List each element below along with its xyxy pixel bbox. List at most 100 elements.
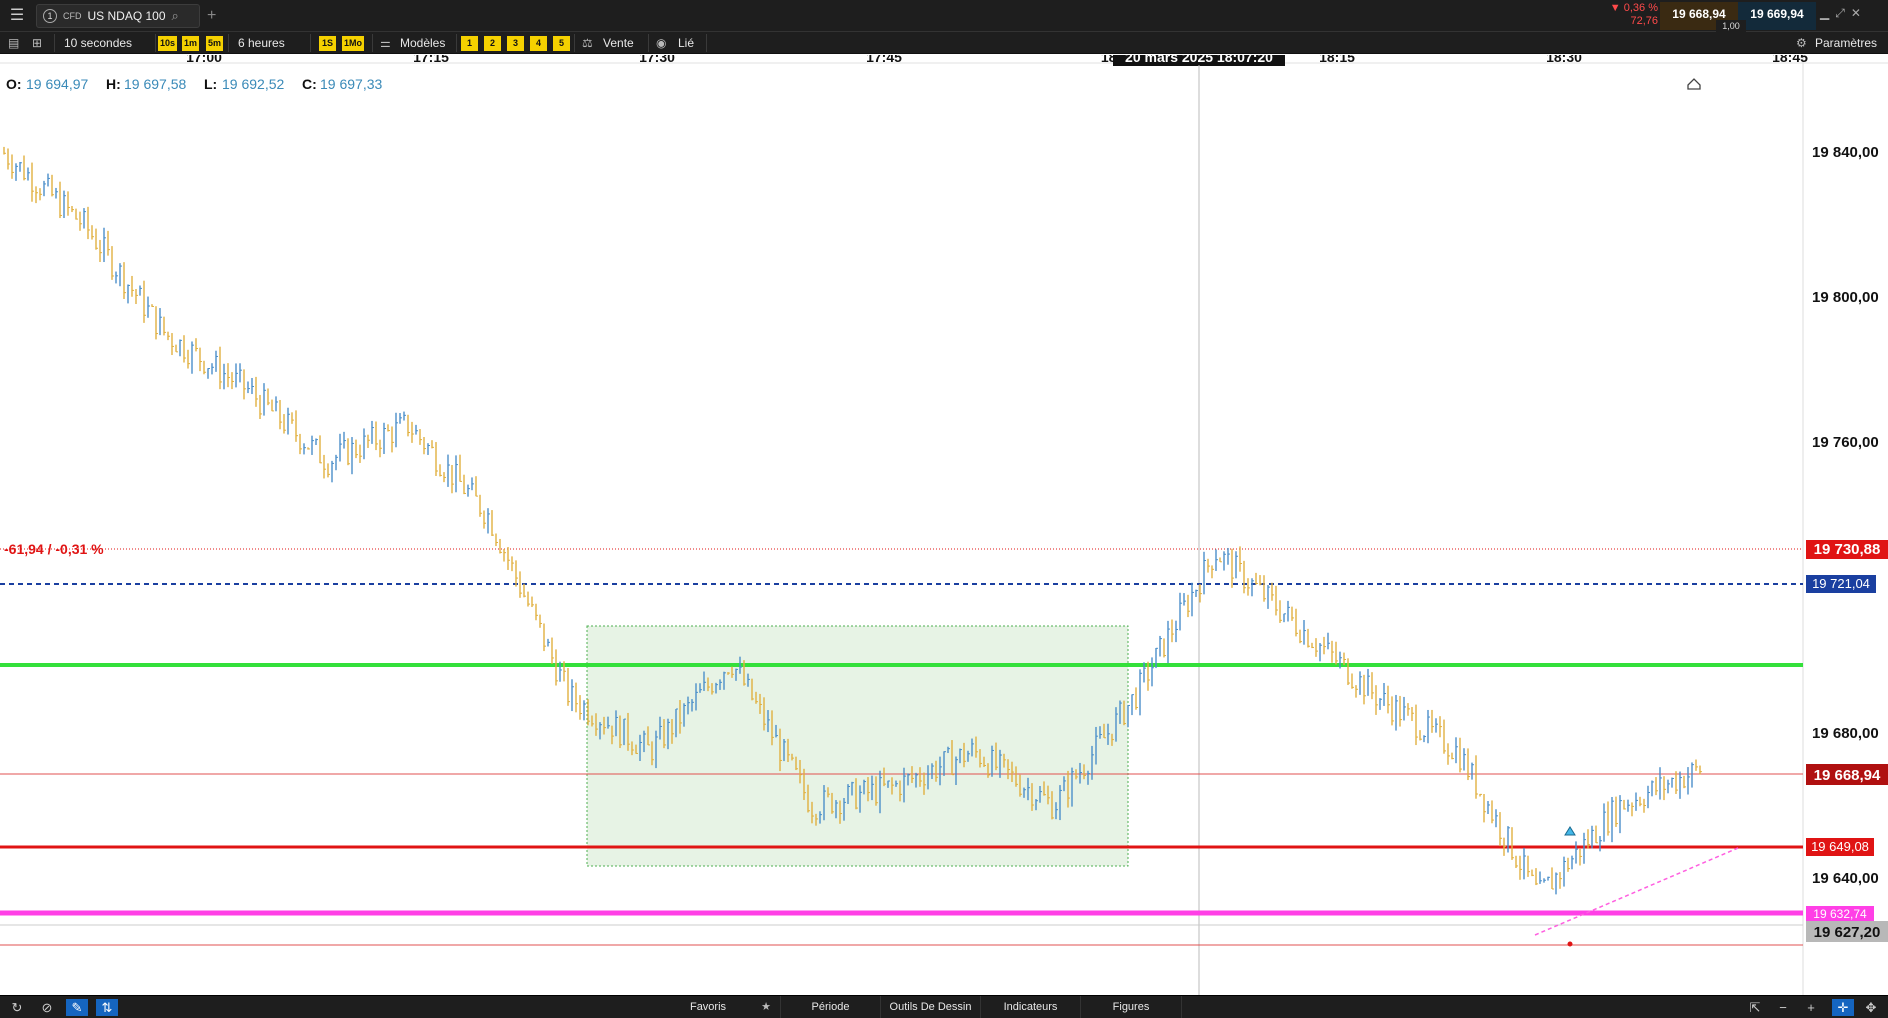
export-icon[interactable]: ⇱ (1744, 999, 1766, 1016)
template-slot-4[interactable]: 4 (530, 36, 547, 51)
layout-icon[interactable]: ⊞ (32, 32, 42, 54)
interval-5m[interactable]: 5m (206, 36, 224, 51)
ohlc-o-label: O: (6, 76, 22, 92)
ohlc-h-label: H: (106, 76, 121, 92)
template-slot-2[interactable]: 2 (484, 36, 501, 51)
low-tag: 19 627,20 (1814, 924, 1881, 941)
separator (228, 34, 229, 52)
buy-price-button[interactable]: 19 669,94 (1738, 2, 1816, 30)
crosshair-icon[interactable]: ✛ (1832, 999, 1854, 1016)
ohlc-l-label: L: (204, 76, 217, 92)
price-label: 19 640,00 (1812, 870, 1879, 887)
separator (54, 34, 55, 52)
ohlc-l-value: 19 692,52 (222, 76, 284, 92)
top-bar: ☰ 1 CFD US NDAQ 100 ⌕ + ▼ 0,36 % 72,76 1… (0, 0, 1888, 32)
price-label: 19 840,00 (1812, 144, 1879, 161)
chart-canvas[interactable]: 17:00 17:15 17:30 17:45 18: 18:15 18:30 … (0, 55, 1888, 995)
time-label: 18:45 (1772, 55, 1808, 65)
low-marker (1567, 941, 1573, 947)
support-tag: 19 649,08 (1811, 839, 1869, 854)
spread-value: 1,00 (1716, 20, 1746, 32)
time-label: 17:30 (639, 55, 675, 65)
buy-arrow-icon[interactable] (1564, 826, 1576, 836)
crosshair-time-label: 20 mars 2025 18:07:20 (1125, 55, 1273, 65)
change-points: 72,76 (1630, 15, 1658, 27)
price-label: 19 800,00 (1812, 289, 1879, 306)
minimize-icon[interactable]: ▁ (1820, 6, 1835, 20)
separator (310, 34, 311, 52)
separator (372, 34, 373, 52)
alert-bell-icon[interactable] (1687, 78, 1701, 90)
pencil-icon[interactable]: ✎ (66, 999, 88, 1016)
zoom-out-icon[interactable]: − (1772, 999, 1794, 1016)
price-type-icon[interactable]: ⚖ (582, 32, 593, 54)
instrument-name: US NDAQ 100 (87, 9, 166, 23)
separator (648, 34, 649, 52)
zoom-in-icon[interactable]: + (1800, 999, 1822, 1016)
price-change: ▼ 0,36 % 72,76 (1600, 2, 1658, 30)
instrument-type: CFD (63, 11, 82, 21)
star-icon[interactable]: ★ (756, 996, 776, 1018)
ohlc-c-label: C: (302, 76, 317, 92)
price-chart[interactable]: 17:00 17:15 17:30 17:45 18: 18:15 18:30 … (0, 55, 1888, 995)
interval-10s[interactable]: 10s (158, 36, 178, 51)
settings-button[interactable]: Paramètres (1815, 32, 1877, 54)
favorites-button[interactable]: Favoris (660, 996, 756, 1018)
template-slot-5[interactable]: 5 (553, 36, 570, 51)
bottom-bar: ↻ ⊘ ✎ ⇅ Favoris ★ Période Outils De Dess… (0, 995, 1888, 1018)
templates-icon[interactable]: ⚌ (380, 32, 391, 54)
ohlc-h-value: 19 697,58 (124, 76, 186, 92)
window-controls: ▁⤢✕ (1820, 6, 1867, 21)
time-label: 17:15 (413, 55, 449, 65)
range-select[interactable]: 6 heures (238, 32, 285, 54)
time-label: 18:30 (1546, 55, 1582, 65)
range-1s[interactable]: 1S (319, 36, 336, 51)
magenta-tag: 19 632,74 (1813, 907, 1867, 921)
swap-icon[interactable]: ⇅ (96, 999, 118, 1016)
template-slot-1[interactable]: 1 (461, 36, 478, 51)
price-label: 19 680,00 (1812, 725, 1879, 742)
maximize-icon[interactable]: ⤢ (1835, 6, 1851, 20)
change-percent: ▼ 0,36 % (1609, 2, 1658, 14)
current-price-tag: 19 668,94 (1814, 767, 1881, 784)
candlestick-series (3, 146, 1702, 895)
ohlc-c-value: 19 697,33 (320, 76, 382, 92)
reference-tag: 19 730,88 (1814, 541, 1881, 558)
drawing-tools-button[interactable]: Outils De Dessin (880, 996, 980, 1018)
period-button[interactable]: Période (780, 996, 880, 1018)
menu-icon[interactable]: ☰ (6, 7, 28, 25)
refresh-icon[interactable]: ↻ (6, 999, 28, 1016)
linked-toggle[interactable]: Lié (678, 32, 694, 54)
separator (706, 34, 707, 52)
indicators-button[interactable]: Indicateurs (980, 996, 1080, 1018)
move-icon[interactable]: ✥ (1860, 999, 1882, 1016)
tab-number: 1 (43, 9, 57, 23)
separator (574, 34, 575, 52)
close-icon[interactable]: ✕ (1851, 6, 1867, 20)
range-1mo[interactable]: 1Mo (342, 36, 364, 51)
gear-icon[interactable]: ⚙ (1796, 32, 1807, 54)
ohlc-o-value: 19 694,97 (26, 76, 88, 92)
figures-button[interactable]: Figures (1080, 996, 1182, 1018)
clear-icon[interactable]: ⊘ (36, 999, 58, 1016)
link-icon[interactable]: ◉ (656, 32, 666, 54)
templates-button[interactable]: Modèles (400, 32, 445, 54)
template-slot-3[interactable]: 3 (507, 36, 524, 51)
interval-1m[interactable]: 1m (182, 36, 200, 51)
search-icon[interactable]: ⌕ (172, 8, 179, 24)
price-type-select[interactable]: Vente (603, 32, 634, 54)
separator (456, 34, 457, 52)
panel-icon[interactable]: ▤ (8, 32, 19, 54)
time-label: 17:00 (186, 55, 222, 65)
separator (155, 34, 156, 52)
instrument-tab[interactable]: 1 CFD US NDAQ 100 ⌕ (36, 4, 200, 28)
interval-select[interactable]: 10 secondes (64, 32, 132, 54)
ohlc-legend: O: 19 694,97 H: 19 697,58 L: 19 692,52 C… (6, 76, 382, 92)
reference-change-label: -61,94 / -0,31 % (4, 541, 104, 557)
time-label: 18:15 (1319, 55, 1355, 65)
trading-app: ☰ 1 CFD US NDAQ 100 ⌕ + ▼ 0,36 % 72,76 1… (0, 0, 1888, 1018)
time-label: 17:45 (866, 55, 902, 65)
order-tag: 19 721,04 (1812, 576, 1870, 591)
price-label: 19 760,00 (1812, 434, 1879, 451)
add-tab-icon[interactable]: + (207, 7, 216, 25)
